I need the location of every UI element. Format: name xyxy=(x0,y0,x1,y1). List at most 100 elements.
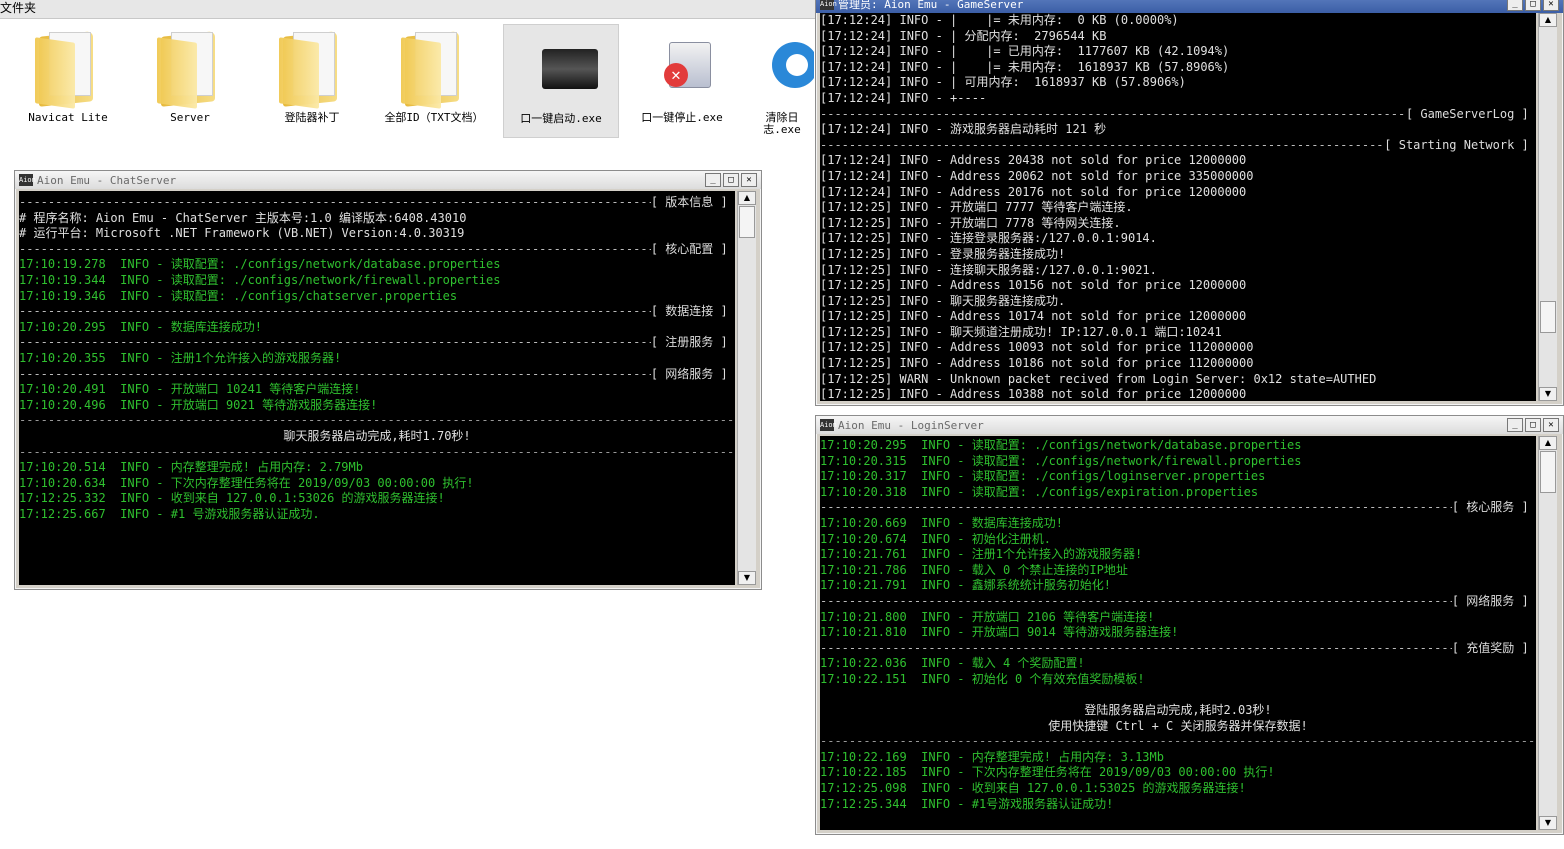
server-rack-icon xyxy=(526,29,598,109)
gameserver-console[interactable]: [17:12:24] INFO - | |= 未用内存: 0 KB (0.000… xyxy=(820,13,1536,401)
log-line: 17:10:21.800 INFO - 开放端口 2106 等待客户端连接! xyxy=(820,609,1155,624)
log-line: 17:12:25.667 INFO - #1 号游戏服务器认证成功. xyxy=(19,506,320,521)
close-button[interactable]: ✕ xyxy=(1543,0,1559,11)
section-title: 网络服务 xyxy=(1466,593,1515,608)
section-bracket: ] xyxy=(713,335,735,350)
minimize-button[interactable]: _ xyxy=(1507,0,1523,11)
section-title: 版本信息 xyxy=(665,195,714,209)
section-bracket: ] xyxy=(1514,137,1536,152)
log-line: 17:10:22.169 INFO - 内存整理完成! 占用内存: 3.13Mb xyxy=(820,749,1164,764)
window-title: 管理员: Aion Emu - GameServer xyxy=(838,0,1024,11)
log-line: 17:12:25.344 INFO - #1号游戏服务器认证成功! xyxy=(820,796,1114,811)
log-line: 17:10:20.496 INFO - 开放端口 9021 等待游戏服务器连接! xyxy=(19,397,378,412)
section-bracket: ] xyxy=(1514,106,1536,121)
scroll-up-arrow[interactable]: ▲ xyxy=(1539,13,1557,27)
scroll-up-arrow[interactable]: ▲ xyxy=(738,191,756,205)
log-line: 17:10:20.318 INFO - 读取配置: ./configs/expi… xyxy=(820,484,1259,499)
section-divider: ----------------------------------------… xyxy=(19,335,651,350)
section-divider: ----------------------------------------… xyxy=(19,366,651,381)
scroll-down-arrow[interactable]: ▼ xyxy=(1539,387,1557,401)
minimize-button[interactable]: _ xyxy=(1507,418,1523,432)
icon-label: 口一键启动.exe xyxy=(520,112,602,125)
explorer-title-bar: 文件夹 xyxy=(0,0,815,19)
log-line: 17:10:21.786 INFO - 载入 0 个禁止连接的IP地址 xyxy=(820,562,1128,577)
log-banner-line: 登陆服务器启动完成,耗时2.03秒! xyxy=(1084,703,1272,718)
gameserver-window[interactable]: Aion 管理员: Aion Emu - GameServer _ □ ✕ [1… xyxy=(815,0,1564,406)
section-bracket: ] xyxy=(713,366,735,381)
close-button[interactable]: ✕ xyxy=(1543,418,1559,432)
chatserver-console[interactable]: ----------------------------------------… xyxy=(19,191,735,585)
log-line: [17:12:25] INFO - 聊天服务器连接成功. xyxy=(820,293,1066,308)
log-line: 17:10:22.036 INFO - 载入 4 个奖励配置! xyxy=(820,656,1085,671)
chatserver-window[interactable]: Aion Aion Emu - ChatServer _ □ ✕ -------… xyxy=(14,170,762,590)
window-title: Aion Emu - LoginServer xyxy=(838,418,984,432)
app-icon: Aion xyxy=(820,0,837,10)
section-divider: ----------------------------------------… xyxy=(820,137,1384,152)
log-line: # 程序名称: Aion Emu - ChatServer 主版本号:1.0 编… xyxy=(19,210,467,225)
folder-icon xyxy=(277,28,347,109)
icon-label: 登陆器补丁 xyxy=(284,111,340,124)
explorer-title: 文件夹 xyxy=(0,1,37,15)
scroll-thumb[interactable] xyxy=(1540,451,1556,493)
log-line: [17:12:25] INFO - Address 10186 not sold… xyxy=(820,356,1254,371)
section-divider: ----------------------------------------… xyxy=(19,195,651,209)
loginserver-window[interactable]: Aion Aion Emu - LoginServer _ □ ✕ 17:10:… xyxy=(815,415,1564,835)
folder-all-ids[interactable]: 全部ID（TXT文档） xyxy=(378,24,490,136)
close-button[interactable]: ✕ xyxy=(741,173,757,187)
maximize-button[interactable]: □ xyxy=(1525,0,1541,11)
maximize-button[interactable]: □ xyxy=(1525,418,1541,432)
log-section-header: ----------------------------------------… xyxy=(820,500,1536,516)
loginserver-scrollbar[interactable]: ▲ ▼ xyxy=(1538,436,1557,830)
log-line: 17:10:20.514 INFO - 内存整理完成! 占用内存: 2.79Mb xyxy=(19,460,363,475)
folder-login-patch[interactable]: 登陆器补丁 xyxy=(256,24,368,136)
log-line: [17:12:25] INFO - Address 10093 not sold… xyxy=(820,340,1254,355)
log-separator: ----------------------------------------… xyxy=(19,444,735,459)
log-line: 17:10:20.491 INFO - 开放端口 10241 等待客户端连接! xyxy=(19,382,361,397)
log-line: 17:10:22.151 INFO - 初始化 0 个有效充值奖励模板! xyxy=(820,671,1145,686)
exe-one-click-stop[interactable]: ✕ 口一键停止.exe xyxy=(628,24,736,136)
gameserver-scrollbar[interactable]: ▲ ▼ xyxy=(1538,13,1557,401)
log-line: 17:12:25.098 INFO - 收到来自 127.0.0.1:53025… xyxy=(820,781,1246,796)
scroll-thumb[interactable] xyxy=(739,206,755,238)
section-bracket: [ xyxy=(650,335,666,350)
log-line: 17:10:20.317 INFO - 读取配置: ./configs/logi… xyxy=(820,469,1266,484)
log-section-header: ----------------------------------------… xyxy=(19,304,735,320)
scroll-up-arrow[interactable]: ▲ xyxy=(1539,436,1557,450)
log-line: [17:12:24] INFO - | 可用内存: 1618937 KB (57… xyxy=(820,75,1186,90)
log-section-header: ----------------------------------------… xyxy=(19,242,735,258)
log-line: [17:12:24] INFO - Address 20062 not sold… xyxy=(820,168,1254,183)
folder-navicat-lite[interactable]: Navicat Lite xyxy=(12,24,124,136)
log-line: [17:12:24] INFO - Address 20438 not sold… xyxy=(820,153,1247,168)
section-title: 网络服务 xyxy=(665,366,714,381)
exe-one-click-start[interactable]: 口一键启动.exe xyxy=(503,24,619,138)
log-line: [17:12:24] INFO - | |= 已用内存: 1177607 KB … xyxy=(820,44,1230,59)
folder-icon xyxy=(399,28,469,109)
chatserver-scrollbar[interactable]: ▲ ▼ xyxy=(737,191,756,585)
loginserver-console[interactable]: 17:10:20.295 INFO - 读取配置: ./configs/netw… xyxy=(820,436,1536,830)
section-divider: ----------------------------------------… xyxy=(820,500,1452,515)
log-banner-line: 使用快捷键 Ctrl + C 关闭服务器并保存数据! xyxy=(1048,718,1308,733)
section-bracket: ] xyxy=(1514,500,1536,515)
log-line: 17:10:20.315 INFO - 读取配置: ./configs/netw… xyxy=(820,453,1302,468)
section-bracket: ] xyxy=(1514,640,1536,655)
explorer-icon-area: Navicat Lite Server 登陆器补丁 全部ID（TXT文档） 口一… xyxy=(0,24,815,154)
log-line: [17:12:25] INFO - Address 10174 not sold… xyxy=(820,309,1247,324)
minimize-button[interactable]: _ xyxy=(705,173,721,187)
log-line: [17:12:24] INFO - | 分配内存: 2796544 KB xyxy=(820,28,1107,43)
scroll-down-arrow[interactable]: ▼ xyxy=(1539,816,1557,830)
log-line: 17:10:21.810 INFO - 开放端口 9014 等待游戏服务器连接! xyxy=(820,625,1179,640)
log-section-header: ----------------------------------------… xyxy=(820,138,1536,154)
maximize-button[interactable]: □ xyxy=(723,173,739,187)
scroll-thumb[interactable] xyxy=(1540,301,1556,333)
scroll-down-arrow[interactable]: ▼ xyxy=(738,571,756,585)
loginserver-title-bar[interactable]: Aion Aion Emu - LoginServer _ □ ✕ xyxy=(816,416,1563,434)
exe-clear-logs[interactable]: 清除日志.exe xyxy=(750,24,814,136)
chatserver-title-bar[interactable]: Aion Aion Emu - ChatServer _ □ ✕ xyxy=(15,171,761,189)
icon-label: Server xyxy=(170,111,210,124)
icon-label: 口一键停止.exe xyxy=(641,111,723,124)
gameserver-title-bar[interactable]: Aion 管理员: Aion Emu - GameServer _ □ ✕ xyxy=(816,0,1563,13)
icon-label: 全部ID（TXT文档） xyxy=(384,111,484,124)
folder-server[interactable]: Server xyxy=(134,24,246,136)
window-title: Aion Emu - ChatServer xyxy=(37,173,177,187)
log-line: 17:10:21.761 INFO - 注册1个允许接入的游戏服务器! xyxy=(820,547,1143,562)
